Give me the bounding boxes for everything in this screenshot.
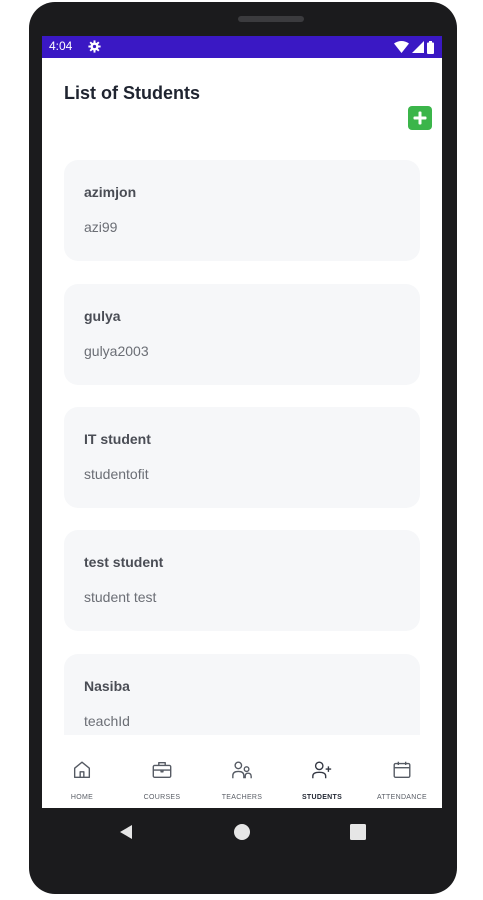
nav-courses[interactable]: COURSES	[122, 735, 202, 808]
add-student-button[interactable]	[408, 106, 432, 130]
student-login: azi99	[84, 219, 118, 235]
back-icon[interactable]	[116, 822, 136, 842]
nav-attendance[interactable]: ATTENDANCE	[362, 735, 442, 808]
page-title: List of Students	[64, 83, 200, 103]
app-screen: 4:04 List of Students azimjon azi99 guly…	[42, 36, 442, 808]
nav-label: TEACHERS	[221, 794, 263, 801]
student-card[interactable]: test student student test	[64, 530, 420, 631]
users-icon	[232, 761, 252, 779]
battery-icon	[427, 40, 434, 54]
status-bar: 4:04	[42, 36, 442, 58]
home-icon	[73, 761, 91, 779]
status-time: 4:04	[49, 39, 73, 53]
nav-label: STUDENTS	[301, 794, 343, 801]
nav-home[interactable]: HOME	[42, 735, 122, 808]
plus-icon	[413, 111, 427, 125]
student-name: gulya	[84, 308, 121, 324]
student-card[interactable]: IT student studentofit	[64, 407, 420, 508]
recents-icon[interactable]	[348, 822, 368, 842]
nav-label: HOME	[70, 794, 94, 801]
nav-label: ATTENDANCE	[377, 794, 427, 801]
calendar-icon	[393, 761, 411, 779]
nav-label: COURSES	[143, 794, 181, 801]
student-name: Nasiba	[84, 678, 130, 694]
student-card[interactable]: Nasiba teachId	[64, 654, 420, 735]
student-card[interactable]: gulya gulya2003	[64, 284, 420, 385]
home-button-icon[interactable]	[232, 822, 252, 842]
wifi-icon	[394, 41, 409, 53]
student-login: studentofit	[84, 466, 149, 482]
phone-speaker	[238, 16, 304, 22]
student-list[interactable]: azimjon azi99 gulya gulya2003 IT student…	[64, 160, 420, 735]
bottom-navigation: HOME COURSES TEACHERS STUDENTS ATTENDANC…	[42, 735, 442, 808]
student-login: student test	[84, 589, 157, 605]
gear-icon	[88, 40, 101, 53]
system-navigation-bar	[42, 808, 442, 858]
signal-icon	[412, 41, 424, 53]
user-plus-icon	[312, 761, 332, 779]
student-login: gulya2003	[84, 343, 149, 359]
student-name: IT student	[84, 431, 151, 447]
student-card[interactable]: azimjon azi99	[64, 160, 420, 261]
nav-students[interactable]: STUDENTS	[282, 735, 362, 808]
briefcase-icon	[152, 761, 172, 779]
student-name: test student	[84, 554, 164, 570]
nav-teachers[interactable]: TEACHERS	[202, 735, 282, 808]
student-name: azimjon	[84, 184, 137, 200]
student-login: teachId	[84, 713, 130, 729]
